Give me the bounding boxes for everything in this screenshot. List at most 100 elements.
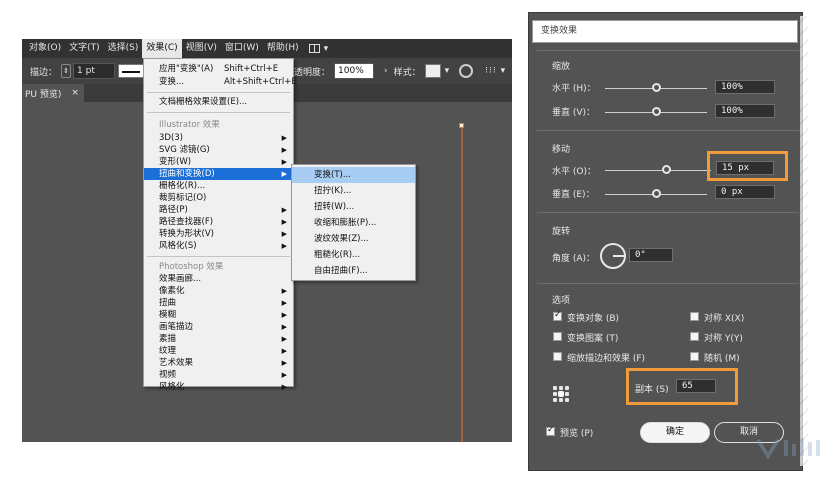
- ref-point[interactable]: [553, 386, 557, 390]
- menu-item-video[interactable]: 视频 ▶: [144, 369, 293, 381]
- transform-patterns-checkbox[interactable]: [553, 332, 562, 341]
- menu-help[interactable]: 帮助(H): [263, 39, 303, 58]
- random-label: 随机 (M): [704, 354, 740, 364]
- stroke-spinner-icon[interactable]: ⇕: [61, 64, 72, 78]
- menu-effect[interactable]: 效果(C): [142, 39, 182, 58]
- submenu-arrow-icon: ▶: [281, 371, 287, 379]
- menu-item-sketch[interactable]: 素描 ▶: [144, 333, 293, 345]
- menu-item-label: 应用"变换"(A): [159, 64, 214, 74]
- document-tab[interactable]: PU 预览) ×: [22, 84, 84, 102]
- menu-item-apply-transform[interactable]: 应用"变换"(A) Shift+Ctrl+E: [144, 63, 293, 75]
- menu-type[interactable]: 文字(T): [65, 39, 104, 58]
- submenu-arrow-icon: ▶: [281, 347, 287, 355]
- submenu-item-twist[interactable]: 扭转(W)...: [292, 199, 415, 215]
- menu-item-raster-settings[interactable]: 文档栅格效果设置(E)...: [144, 96, 293, 108]
- ref-point[interactable]: [553, 392, 557, 396]
- move-section-title: 移动: [552, 145, 571, 155]
- ref-point[interactable]: [565, 392, 569, 396]
- menu-item-distort-transform[interactable]: 扭曲和变换(D) ▶: [144, 168, 293, 180]
- menu-select[interactable]: 选择(S): [104, 39, 143, 58]
- menu-item-pathfinder[interactable]: 路径查找器(F) ▶: [144, 216, 293, 228]
- ref-point[interactable]: [565, 398, 569, 402]
- align-grid-icon[interactable]: ⁝⁝⁝ ▾: [485, 66, 506, 76]
- scale-horizontal-input[interactable]: 100%: [715, 80, 775, 94]
- menu-item-3d[interactable]: 3D(3) ▶: [144, 132, 293, 144]
- menu-item-label: 风格化: [159, 382, 185, 392]
- ok-button[interactable]: 确定: [640, 422, 710, 443]
- menu-item-svg-filters[interactable]: SVG 滤镜(G) ▶: [144, 144, 293, 156]
- menu-item-label: 变换...: [159, 77, 185, 87]
- ref-point[interactable]: [559, 386, 563, 390]
- menu-item-brush-strokes[interactable]: 画笔描边 ▶: [144, 321, 293, 333]
- section-divider: [537, 212, 799, 213]
- scale-vertical-input[interactable]: 100%: [715, 104, 775, 118]
- scale-vertical-label: 垂直 (V)：: [552, 108, 596, 118]
- transform-objects-checkbox[interactable]: [553, 310, 562, 321]
- scale-vertical-slider-thumb[interactable]: [651, 107, 661, 116]
- submenu-item-zig-zag[interactable]: 波纹效果(Z)...: [292, 231, 415, 247]
- chevron-down-icon: ▾: [323, 43, 329, 54]
- close-icon[interactable]: ×: [71, 88, 79, 98]
- menu-item-blur[interactable]: 模糊 ▶: [144, 309, 293, 321]
- submenu-item-free-distort[interactable]: 自由扭曲(F)...: [292, 263, 415, 279]
- menu-item-crop-marks[interactable]: 裁剪标记(O): [144, 192, 293, 204]
- torn-edge-decoration: [800, 16, 808, 466]
- chevron-down-icon[interactable]: ▾: [445, 66, 450, 76]
- random-checkbox[interactable]: [690, 352, 699, 361]
- menu-item-stylize[interactable]: 风格化(S) ▶: [144, 240, 293, 252]
- rotate-section-title: 旋转: [552, 227, 571, 237]
- menu-item-stylize-ps[interactable]: 风格化 ▶: [144, 381, 293, 393]
- menu-item-label: 转换为形状(V): [159, 229, 214, 239]
- menu-item-pixelate[interactable]: 像素化 ▶: [144, 285, 293, 297]
- opacity-label: 透明度：: [294, 67, 331, 78]
- reflect-y-checkbox[interactable]: [690, 332, 699, 341]
- menu-item-label: 素描: [159, 334, 177, 344]
- submenu-item-transform[interactable]: 变换(T)...: [292, 167, 415, 183]
- menu-item-label: 艺术效果: [159, 358, 194, 368]
- rotate-angle-input[interactable]: 0°: [629, 248, 673, 262]
- submenu-item-pucker-bloat[interactable]: 收缩和膨胀(P)...: [292, 215, 415, 231]
- move-vertical-input[interactable]: 0 px: [715, 185, 775, 199]
- ref-point[interactable]: [559, 398, 563, 402]
- reference-point-grid-icon[interactable]: [553, 386, 569, 402]
- move-horizontal-highlight-box: [707, 151, 788, 181]
- style-swatch[interactable]: [424, 64, 441, 78]
- chevron-right-icon[interactable]: ›: [384, 66, 388, 76]
- menu-item-artistic[interactable]: 艺术效果 ▶: [144, 357, 293, 369]
- stroke-profile-swatch[interactable]: [118, 64, 145, 78]
- reflect-x-checkbox[interactable]: [690, 312, 699, 321]
- ref-point[interactable]: [565, 386, 569, 390]
- preview-checkbox[interactable]: [546, 425, 555, 436]
- submenu-item-roughen[interactable]: 粗糙化(R)...: [292, 247, 415, 263]
- menu-item-convert-to-shape[interactable]: 转换为形状(V) ▶: [144, 228, 293, 240]
- selection-handle[interactable]: [459, 123, 464, 128]
- scale-strokes-checkbox[interactable]: [553, 352, 562, 361]
- ref-point[interactable]: [553, 398, 557, 402]
- menu-window[interactable]: 窗口(W): [221, 39, 263, 58]
- menu-item-effect-gallery[interactable]: 效果画廊...: [144, 273, 293, 285]
- menu-view[interactable]: 视图(V): [182, 39, 221, 58]
- menu-divider: [147, 256, 290, 257]
- submenu-arrow-icon: ▶: [281, 146, 287, 154]
- menu-item-distort[interactable]: 扭曲 ▶: [144, 297, 293, 309]
- workspace-switcher[interactable]: ▾: [308, 43, 329, 54]
- menu-item-warp[interactable]: 变形(W) ▶: [144, 156, 293, 168]
- opacity-input[interactable]: 100%: [334, 63, 375, 79]
- menu-item-rasterize[interactable]: 栅格化(R)...: [144, 180, 293, 192]
- menu-item-shortcut: Shift+Ctrl+E: [224, 64, 279, 74]
- recolor-globe-icon[interactable]: [459, 64, 474, 78]
- menu-item-path[interactable]: 路径(P) ▶: [144, 204, 293, 216]
- menu-object[interactable]: 对象(O): [25, 39, 65, 58]
- move-horizontal-slider-thumb[interactable]: [661, 165, 671, 174]
- rotation-dial-icon[interactable]: [600, 243, 626, 269]
- menu-item-texture[interactable]: 纹理 ▶: [144, 345, 293, 357]
- scale-horizontal-slider-thumb[interactable]: [651, 83, 661, 92]
- stroke-weight-input[interactable]: 1 pt: [73, 63, 116, 79]
- menu-item-transform[interactable]: 变换... Alt+Shift+Ctrl+E: [144, 76, 297, 88]
- reflect-y-label: 对称 Y(Y): [704, 334, 743, 344]
- move-vertical-slider-thumb[interactable]: [651, 189, 661, 198]
- move-horizontal-slider[interactable]: [605, 170, 711, 171]
- submenu-item-pucker[interactable]: 扭拧(K)...: [292, 183, 415, 199]
- submenu-arrow-icon: ▶: [281, 359, 287, 367]
- ref-point-selected[interactable]: [558, 391, 564, 397]
